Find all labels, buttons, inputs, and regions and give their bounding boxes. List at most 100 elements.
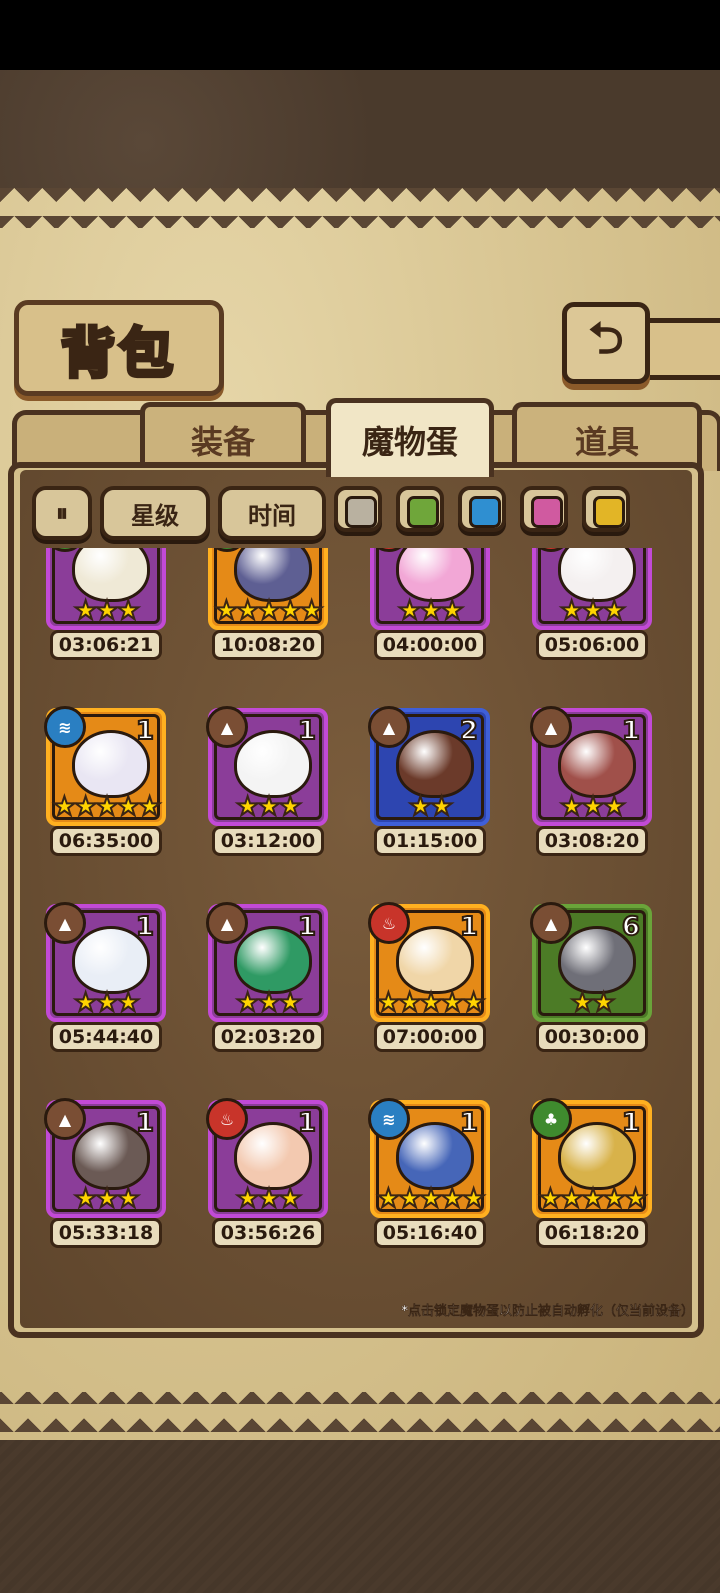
egg-slot[interactable]: ≋ 1 ★★★★★ 06:35:00: [36, 706, 196, 896]
hatch-timer: 03:56:26: [212, 1218, 324, 1248]
sort-by-star-button[interactable]: 星级: [100, 486, 210, 540]
hatch-timer: 03:06:21: [50, 630, 162, 660]
egg-slot[interactable]: ▲ 2 ★★ 01:15:00: [360, 706, 520, 896]
hatch-timer: 05:44:40: [50, 1022, 162, 1052]
egg-count: 1: [297, 1107, 317, 1139]
egg-count: 1: [297, 715, 317, 747]
color-filter-pink[interactable]: [520, 486, 568, 532]
tab-label: 道具: [574, 423, 639, 461]
hatch-timer: 06:35:00: [50, 826, 162, 856]
color-filter-yellow[interactable]: [582, 486, 630, 532]
sort-toggle-button[interactable]: ⏸: [32, 486, 92, 540]
egg-count: 2: [135, 548, 155, 551]
egg-slot[interactable]: ≋ 1 ★★★★★ 05:16:40: [360, 1098, 520, 1288]
egg-count: 1: [459, 911, 479, 943]
egg-slot[interactable]: ▲ 1 ★★★ 03:12:00: [198, 706, 358, 896]
egg-count: 3: [297, 548, 317, 551]
egg-card[interactable]: ▲ 1 ★★★: [44, 902, 166, 1022]
egg-slot[interactable]: ♨1★★★05:06:00: [522, 548, 682, 700]
hatch-timer: 01:15:00: [374, 826, 486, 856]
egg-card[interactable]: ≋ 1 ★★★★★: [368, 1098, 490, 1218]
star-rating: ★★: [408, 791, 455, 823]
egg-count: 1: [621, 715, 641, 747]
egg-slot[interactable]: ♨ 1 ★★★★★ 07:00:00: [360, 902, 520, 1092]
earth-element-icon: ▲: [206, 706, 248, 748]
color-filter-blue[interactable]: [458, 486, 506, 532]
egg-card[interactable]: ♣3★★★★★: [206, 548, 328, 630]
egg-slot[interactable]: ▲ 1 ★★★ 05:33:18: [36, 1098, 196, 1288]
page-title: 背包: [59, 320, 177, 387]
back-arrow-icon: ⮌: [588, 312, 624, 364]
title-plate: 背包: [14, 300, 224, 396]
egg-slot[interactable]: ▲ 1 ★★★ 05:44:40: [36, 902, 196, 1092]
egg-slot[interactable]: ▲ 6 ★★ 00:30:00: [522, 902, 682, 1092]
egg-card[interactable]: ▲ 1 ★★★: [44, 1098, 166, 1218]
egg-count: 1: [135, 1107, 155, 1139]
monster-egg-image: [234, 548, 312, 602]
hatch-timer: 03:08:20: [536, 826, 648, 856]
fire-element-icon: ♨: [206, 1098, 248, 1140]
egg-count: 1: [621, 548, 641, 551]
sort-by-star-label: 星级: [131, 501, 179, 530]
map-background-top: [0, 70, 720, 190]
egg-slot[interactable]: ♨ 1 ★★★ 03:56:26: [198, 1098, 358, 1288]
color-swatch: [593, 496, 625, 528]
egg-card[interactable]: ♣ 1 ★★★★★: [530, 1098, 652, 1218]
star-rating: ★★★★★: [376, 1183, 487, 1215]
egg-card[interactable]: ▲ 6 ★★: [530, 902, 652, 1022]
monster-egg-image: [72, 548, 150, 602]
egg-card[interactable]: ▲ 1 ★★★: [206, 902, 328, 1022]
hatch-timer: 00:30:00: [536, 1022, 648, 1052]
earth-element-icon: ▲: [530, 902, 572, 944]
color-swatch: [345, 496, 377, 528]
egg-card[interactable]: ♣2★★★: [44, 548, 166, 630]
egg-card[interactable]: ▲ 2 ★★: [368, 706, 490, 826]
water-element-icon: ≋: [44, 706, 86, 748]
star-rating: ★★★: [235, 987, 303, 1019]
star-rating: ★★★: [235, 791, 303, 823]
hatch-timer: 02:03:20: [212, 1022, 324, 1052]
sort-by-time-button[interactable]: 时间: [218, 486, 326, 540]
back-button[interactable]: ⮌: [562, 302, 650, 384]
color-filter-gray[interactable]: [334, 486, 382, 532]
egg-count: 1: [135, 715, 155, 747]
egg-slot[interactable]: ▲ 1 ★★★ 02:03:20: [198, 902, 358, 1092]
monster-egg-image: [396, 548, 474, 602]
egg-card[interactable]: ▲ 1 ★★★: [206, 706, 328, 826]
egg-count: 1: [459, 548, 479, 551]
egg-card[interactable]: ♨1★★★: [206, 1098, 328, 1218]
star-rating: ★★★: [73, 595, 141, 627]
egg-slot[interactable]: ♣3★★★★★10:08:20: [198, 548, 358, 700]
hatch-timer: 03:12:00: [212, 826, 324, 856]
color-filter-green[interactable]: [396, 486, 444, 532]
tab-label: 魔物蛋: [361, 423, 458, 461]
egg-card[interactable]: ▲ 1 ★★★: [530, 706, 652, 826]
egg-slot[interactable]: ♣ 1 ★★★★★ 06:18:20: [522, 1098, 682, 1288]
hatch-timer: 10:08:20: [212, 630, 324, 660]
hatch-timer: 06:18:20: [536, 1218, 648, 1248]
fire-element-icon: ♨: [368, 902, 410, 944]
egg-card[interactable]: ♨1★★★: [368, 548, 490, 630]
sort-by-time-label: 时间: [248, 501, 296, 530]
egg-card[interactable]: ♨ 1 ★★★★★: [368, 902, 490, 1022]
egg-slot[interactable]: ♣2★★★03:06:21: [36, 548, 196, 700]
nature-element-icon: ♣: [530, 1098, 572, 1140]
star-rating: ★★★: [559, 791, 627, 823]
color-swatch: [469, 496, 501, 528]
monster-egg-image: [558, 548, 636, 602]
star-rating: ★★★★★: [52, 791, 163, 823]
map-background-bottom: [0, 1440, 720, 1593]
egg-card[interactable]: ♨1★★★: [530, 548, 652, 630]
hatch-timer: 07:00:00: [374, 1022, 486, 1052]
egg-slot[interactable]: ♨1★★★04:00:00: [360, 548, 520, 700]
status-bar: [0, 0, 720, 70]
hatch-timer: 05:16:40: [374, 1218, 486, 1248]
star-rating: ★★: [570, 987, 617, 1019]
tab-monster-eggs[interactable]: 魔物蛋: [326, 398, 494, 477]
water-element-icon: ≋: [368, 1098, 410, 1140]
egg-count: 1: [621, 1107, 641, 1139]
star-rating: ★★★: [73, 1183, 141, 1215]
egg-slot[interactable]: ▲ 1 ★★★ 03:08:20: [522, 706, 682, 896]
egg-card[interactable]: ≋ 1 ★★★★★: [44, 706, 166, 826]
earth-element-icon: ▲: [206, 902, 248, 944]
